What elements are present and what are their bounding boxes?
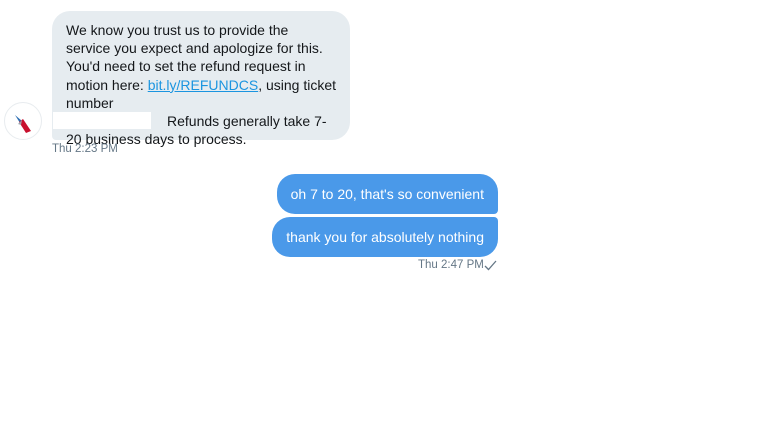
redacted-ticket-number	[53, 112, 151, 130]
outgoing-timestamp: Thu 2:47 PM	[418, 259, 484, 271]
sender-avatar[interactable]	[4, 102, 42, 140]
refund-link[interactable]: bit.ly/REFUNDCS	[148, 77, 258, 93]
checkmark-icon	[484, 260, 497, 271]
outgoing-message-bubble: oh 7 to 20, that's so convenient	[276, 174, 498, 214]
dm-conversation: We know you trust us to provide the serv…	[0, 0, 768, 432]
incoming-timestamp: Thu 2:23 PM	[52, 143, 118, 155]
airline-logo-icon	[15, 115, 31, 133]
incoming-message-bubble: We know you trust us to provide the serv…	[52, 11, 350, 147]
outgoing-message-bubble: thank you for absolutely nothing	[272, 217, 498, 257]
